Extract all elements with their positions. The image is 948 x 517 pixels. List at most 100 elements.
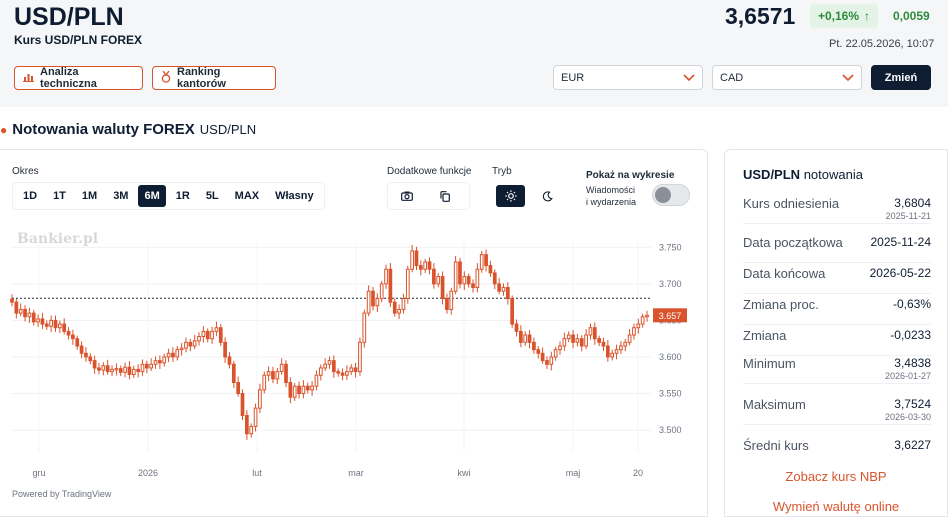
candle-body: [214, 327, 219, 332]
candle-body: [323, 363, 327, 369]
summary-row-value: 3,6804: [894, 196, 931, 210]
summary-row-label: Data końcowa: [743, 266, 826, 281]
period-button[interactable]: 5L: [200, 185, 225, 207]
exchange-online-link[interactable]: Wymień walutę online: [724, 499, 948, 514]
moon-icon[interactable]: [533, 185, 562, 207]
candle-body: [340, 372, 345, 376]
candle-body: [144, 363, 149, 369]
period-button[interactable]: MAX: [229, 185, 265, 207]
candle-body: [249, 425, 254, 435]
nbp-rate-link[interactable]: Zobacz kurs NBP: [724, 469, 948, 484]
summary-row-value: 2026-05-22: [869, 266, 931, 280]
toggle-knob: [655, 187, 671, 203]
candle-body: [305, 385, 310, 391]
currency-from-value: EUR: [561, 71, 585, 84]
candle-body: [475, 268, 480, 289]
chevron-down-icon: [842, 70, 854, 85]
candle-body: [640, 316, 645, 325]
powered-by-tradingview[interactable]: Powered by TradingView: [12, 489, 111, 499]
change-pct: +0,16%: [817, 9, 860, 23]
candle-body: [92, 360, 97, 369]
candle-body: [588, 327, 593, 336]
change-currency-button[interactable]: Zmień: [871, 65, 931, 90]
sun-icon[interactable]: [496, 185, 525, 207]
currency-to-select[interactable]: CAD: [712, 65, 862, 90]
candle-body: [332, 360, 336, 373]
candle-body: [201, 330, 206, 337]
candle-body: [488, 265, 493, 274]
candle-body: [44, 323, 49, 327]
candle-body: [397, 308, 401, 314]
candle-body: [114, 368, 119, 371]
candle-body: [188, 341, 193, 347]
candle-body: [536, 349, 541, 354]
candle-body: [427, 261, 432, 270]
summary-row-label: Minimum: [743, 356, 796, 371]
summary-row-label: Zmiana proc.: [743, 297, 819, 312]
candle-body: [136, 368, 140, 373]
copy-icon[interactable]: [430, 185, 460, 207]
candle-body: [623, 341, 628, 347]
x-tick-label: gru: [32, 468, 45, 478]
candle-body: [349, 367, 354, 373]
candle-body: [514, 323, 519, 332]
candle-body: [171, 352, 175, 358]
x-tick-label: kwi: [458, 468, 471, 478]
candle-body: [545, 360, 549, 365]
candle-body: [318, 367, 323, 376]
candle-body: [466, 276, 471, 285]
candle-body: [79, 345, 84, 354]
candle-body: [445, 297, 449, 310]
period-button[interactable]: 1R: [170, 185, 196, 207]
candle-body: [575, 338, 580, 343]
candle-body: [262, 374, 267, 391]
candle-body: [501, 287, 506, 292]
candle-body: [584, 334, 588, 347]
candle-body: [606, 345, 610, 358]
period-button[interactable]: 1D: [17, 185, 43, 207]
summary-row-label: Zmiana: [743, 328, 787, 343]
candle-body: [227, 356, 232, 365]
section-pair: USD/PLN: [199, 122, 257, 137]
news-events-toggle[interactable]: [652, 184, 690, 206]
extra-functions-group: [387, 182, 470, 210]
candle-body: [118, 368, 123, 373]
candle-body: [179, 347, 184, 351]
candle-body: [519, 330, 523, 343]
candle-body: [158, 360, 162, 364]
candle-body: [310, 385, 314, 391]
period-button[interactable]: Własny: [269, 185, 320, 207]
candle-body: [523, 334, 528, 343]
technical-analysis-button[interactable]: Analiza techniczna: [14, 66, 143, 90]
candle-body: [40, 318, 45, 325]
price-chart[interactable]: 3.7503.7003.6503.6003.5503.500gru2026lut…: [0, 240, 708, 485]
candle-body: [636, 323, 641, 329]
x-tick-label: maj: [566, 468, 581, 478]
candle-body: [414, 250, 419, 267]
candle-body: [205, 330, 210, 340]
candle-body: [62, 323, 67, 332]
candle-body: [166, 352, 171, 358]
arrow-up-icon: ↑: [864, 9, 871, 23]
exchange-ranking-button[interactable]: Ranking kantorów: [152, 66, 276, 90]
period-selector: 1D 1T 1M 3M 6M 1R 5L MAX Własny: [12, 182, 325, 210]
period-button[interactable]: 1M: [76, 185, 103, 207]
currency-from-select[interactable]: EUR: [553, 65, 703, 90]
candle-body: [418, 265, 423, 270]
candle-body: [240, 393, 245, 416]
mode-group: [492, 182, 566, 210]
quote-timestamp: Pt. 22.05.2026, 10:07: [829, 38, 935, 50]
summary-row-divider: [743, 262, 931, 263]
candle-body: [479, 254, 484, 270]
candle-body: [149, 363, 154, 369]
candle-body: [462, 276, 467, 285]
chevron-down-icon: [683, 70, 695, 85]
candle-body: [527, 334, 532, 343]
period-button[interactable]: 6M: [138, 185, 166, 207]
period-button[interactable]: 1T: [47, 185, 72, 207]
camera-icon[interactable]: [392, 185, 422, 207]
y-tick-label: 3.550: [659, 389, 682, 399]
candle-body: [271, 371, 275, 380]
period-button[interactable]: 3M: [107, 185, 134, 207]
candle-body: [601, 341, 606, 347]
